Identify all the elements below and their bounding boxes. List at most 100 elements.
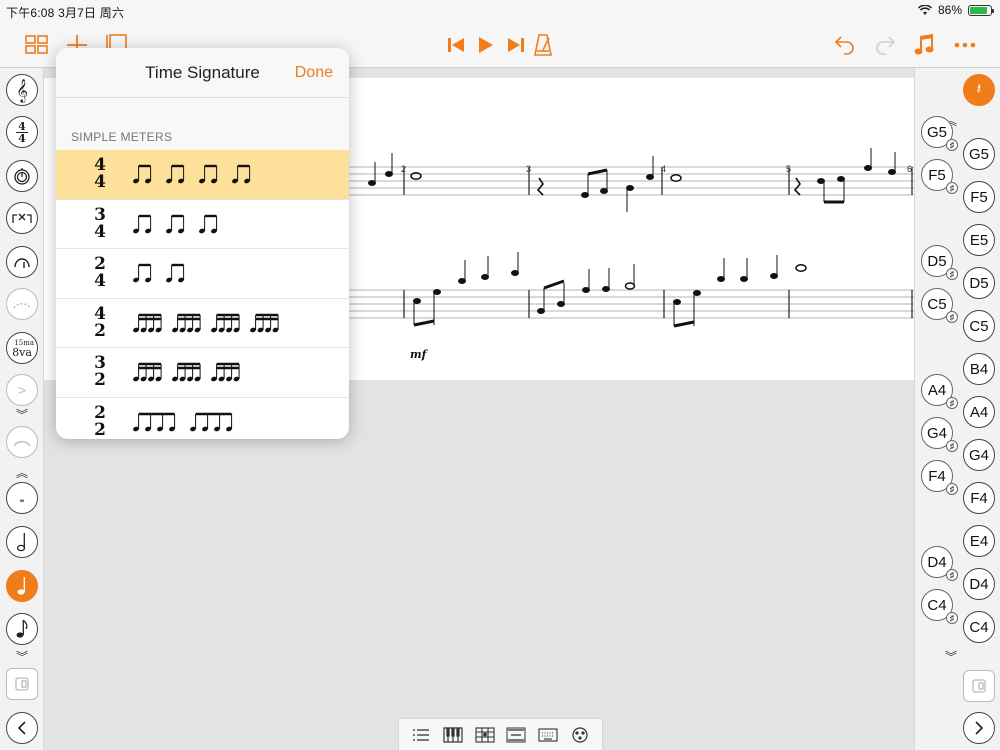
treble-clef-button[interactable]: 𝄞: [6, 74, 38, 106]
pitch-label: A4: [927, 381, 947, 399]
play-icon[interactable]: [472, 32, 498, 58]
page-view-icon: [15, 677, 29, 691]
meter-rhythm-icon: [133, 363, 240, 382]
rest-button[interactable]: 𝄽: [963, 74, 995, 106]
time-signature-button[interactable]: 4 4: [6, 116, 38, 148]
chevron-down-icon[interactable]: ︾: [945, 648, 957, 665]
piano-icon[interactable]: [442, 726, 464, 744]
pitch-button[interactable]: D4: [963, 568, 995, 600]
pitch-button[interactable]: F4: [963, 482, 995, 514]
chevron-down-icon[interactable]: ︾: [10, 406, 34, 422]
pitch-button[interactable]: A4: [963, 396, 995, 428]
sharp-icon: ♯: [946, 268, 958, 280]
whole-note-button[interactable]: 𝅝: [6, 482, 38, 514]
eighth-note-button[interactable]: [6, 613, 38, 645]
list-icon[interactable]: [410, 726, 432, 744]
meter-fraction: 44: [78, 157, 122, 191]
bottom-tab-bar: [398, 718, 603, 750]
quarter-note-button[interactable]: [6, 570, 38, 602]
sharp-pitch-button[interactable]: A4 ♯: [921, 374, 958, 409]
pitch-label: E5: [969, 231, 989, 249]
sharp-pitch-button[interactable]: D4 ♯: [921, 546, 958, 581]
fermata-icon: [14, 258, 30, 268]
pitch-button[interactable]: B4: [963, 353, 995, 385]
skip-back-icon[interactable]: [444, 32, 470, 58]
grid-icon[interactable]: [24, 32, 50, 58]
meter-denominator: 4: [94, 221, 106, 242]
ottava-button[interactable]: 15ma 8va: [6, 332, 38, 364]
meter-rhythm-icon: [133, 165, 251, 184]
pitch-button[interactable]: E5: [963, 224, 995, 256]
pitch-label: C4: [927, 596, 947, 614]
pitch-label: A4: [969, 403, 989, 421]
sharp-icon: ♯: [946, 483, 958, 495]
measure-number: 4: [661, 164, 666, 174]
sharp-pitch-button[interactable]: F5 ♯: [921, 159, 958, 194]
meter-rhythm-icon: [133, 313, 279, 333]
drum-icon[interactable]: [569, 726, 591, 744]
sharp-pitch-button[interactable]: C4 ♯: [921, 589, 958, 624]
sharp-pitch-button[interactable]: F4 ♯: [921, 460, 958, 495]
pitch-button[interactable]: G4: [963, 439, 995, 471]
meter-fraction: 32: [78, 355, 122, 389]
done-button[interactable]: Done: [295, 64, 333, 82]
half-note-button[interactable]: [6, 526, 38, 558]
skip-forward-icon[interactable]: [502, 32, 528, 58]
right-pitch-rail: 𝄽 ︽ G5 G5 ♯ F5 F5 ♯ E5 D5 D5 ♯ C5 C5 ♯ B4 A4 A4 ♯ G4 G4 ♯ F4…: [914, 68, 1000, 750]
music-note-icon[interactable]: [912, 32, 938, 58]
pitch-button[interactable]: C5: [963, 310, 995, 342]
dynamic-marking: mf: [410, 348, 429, 361]
pitch-label: F5: [970, 188, 988, 206]
whole-note-icon: 𝅝: [19, 490, 25, 505]
pitch-button[interactable]: D5: [963, 267, 995, 299]
eighth-note-icon: [16, 619, 28, 638]
meter-option[interactable]: 32: [56, 348, 349, 398]
chevron-down-icon[interactable]: ︾: [10, 648, 34, 664]
meter-denominator: 2: [94, 320, 106, 341]
meter-option[interactable]: 42: [56, 299, 349, 348]
sharp-pitch-button[interactable]: C5 ♯: [921, 288, 958, 323]
more-icon[interactable]: [952, 32, 978, 58]
next-button[interactable]: [963, 712, 995, 744]
meter-denominator: 2: [94, 419, 106, 439]
sharp-pitch-button[interactable]: G4 ♯: [921, 417, 958, 452]
keyboard-icon[interactable]: [537, 726, 559, 744]
pitch-label: C5: [969, 317, 989, 335]
accent-icon: >: [17, 382, 27, 398]
battery-icon: [968, 4, 994, 16]
meter-rhythm-icon: [133, 264, 185, 283]
pitch-button[interactable]: E4: [963, 525, 995, 557]
fermata-button[interactable]: [6, 246, 38, 278]
tempo-button[interactable]: [6, 160, 38, 192]
ottava-label: 8va: [12, 346, 32, 359]
metronome-icon[interactable]: [530, 32, 556, 58]
meter-option[interactable]: 34: [56, 200, 349, 249]
meter-option[interactable]: 24: [56, 249, 349, 299]
tie-icon: [13, 440, 31, 447]
mixer-icon[interactable]: [505, 726, 527, 744]
page-view-button: [963, 670, 995, 702]
pitch-button[interactable]: G5: [963, 138, 995, 170]
pitch-label: G5: [968, 145, 989, 163]
battery-percent: 86%: [937, 3, 962, 17]
meter-option[interactable]: 44: [56, 150, 349, 200]
sharp-pitch-button[interactable]: D5 ♯: [921, 245, 958, 280]
repeat-button[interactable]: [6, 202, 38, 234]
rest-icon: 𝄽: [976, 81, 982, 98]
previous-button[interactable]: [6, 712, 38, 744]
treble-clef-icon: 𝄞: [16, 78, 28, 102]
page-view-button: [6, 668, 38, 700]
meter-denominator: 4: [94, 172, 106, 193]
chevron-up-icon[interactable]: ︽: [10, 464, 34, 480]
meter-list: 443424423222: [56, 150, 349, 439]
meter-denominator: 4: [94, 271, 106, 292]
sharp-pitch-button[interactable]: G5 ♯: [921, 116, 958, 151]
guitar-icon[interactable]: [474, 726, 496, 744]
chevron-left-icon: [17, 721, 26, 735]
undo-icon[interactable]: [832, 32, 858, 58]
pitch-button[interactable]: F5: [963, 181, 995, 213]
pitch-label: E4: [969, 532, 989, 550]
meter-option[interactable]: 22: [56, 398, 349, 440]
pitch-button[interactable]: C4: [963, 611, 995, 643]
meter-fraction: 22: [78, 404, 122, 439]
